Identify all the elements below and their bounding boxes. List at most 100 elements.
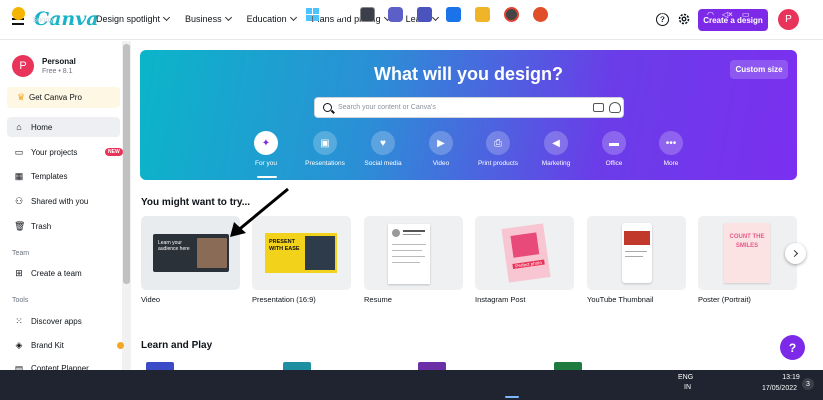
template-card-poster[interactable]: COUNT THE SMILES [698, 216, 797, 290]
wifi-icon[interactable]: ◠ [707, 10, 714, 19]
printer-icon: ⎙ [486, 131, 510, 155]
windows-start-icon[interactable] [305, 7, 320, 22]
card-label-instagram[interactable]: Instagram Post [475, 295, 525, 304]
sidebar-item-shared[interactable]: ⚇ Shared with you [7, 191, 120, 211]
heart-icon: ♥ [371, 131, 395, 155]
card-label-video[interactable]: Video [141, 295, 160, 304]
file-explorer-icon[interactable] [475, 7, 490, 22]
sidebar-scrollbar-thumb[interactable] [123, 44, 130, 284]
learn-thumbnail[interactable] [554, 362, 582, 370]
nav-design-spotlight[interactable]: Design spotlight [96, 13, 171, 24]
sidebar-item-label: Templates [31, 171, 68, 181]
search-box[interactable]: Search your content or Canva's [314, 97, 624, 118]
category-label: More [663, 160, 679, 167]
upload-icon[interactable] [609, 102, 621, 113]
carousel-next-button[interactable] [785, 243, 806, 264]
sidebar-item-create-team[interactable]: ⊞ Create a team [7, 263, 120, 283]
search-icon [323, 103, 332, 112]
weather-condition[interactable]: Sunny [32, 15, 53, 24]
clock-date[interactable]: 17/05/2022 [758, 385, 801, 392]
sidebar-item-discover-apps[interactable]: ⁙ Discover apps [7, 311, 120, 331]
sun-icon[interactable] [12, 7, 25, 20]
learn-thumbnail[interactable] [146, 362, 174, 370]
get-canva-pro-button[interactable]: ♛ Get Canva Pro [7, 87, 120, 108]
network-icon[interactable]: ⌂ [660, 10, 665, 19]
hero-title: What will you design? [374, 64, 563, 84]
video-icon: ▶ [429, 131, 453, 155]
language-bottom[interactable]: IN [684, 384, 691, 391]
template-card-instagram[interactable]: Perfect photo [475, 216, 574, 290]
avatar[interactable]: P [778, 9, 799, 30]
sidebar-item-templates[interactable]: ▦ Templates [7, 166, 120, 186]
windows-taskbar [0, 370, 823, 400]
category-label: For you [254, 160, 278, 167]
more-dots-icon: ••• [659, 131, 683, 155]
app-icon[interactable] [533, 7, 548, 22]
category-office[interactable]: ▬ Office [584, 131, 644, 167]
instagram-thumbnail: Perfect photo [501, 223, 551, 283]
category-label: Office [605, 160, 623, 167]
sidebar-item-label: Discover apps [31, 316, 82, 326]
task-view-icon[interactable] [360, 7, 375, 22]
nav-link-label: Design spotlight [96, 14, 161, 24]
language-top[interactable]: ENG [678, 374, 693, 381]
chat-icon[interactable] [388, 7, 403, 22]
custom-size-button[interactable]: Custom size [730, 60, 788, 79]
nav-education[interactable]: Education [247, 13, 297, 24]
chevron-down-icon [289, 13, 297, 22]
category-for-you[interactable]: ✦ For you [236, 131, 296, 167]
tray-overflow-icon[interactable]: ^ [645, 8, 649, 17]
notification-badge[interactable]: 3 [802, 378, 814, 390]
chrome-icon[interactable] [504, 7, 519, 22]
camera-search-icon[interactable] [593, 103, 604, 112]
active-app-indicator [505, 396, 519, 398]
trash-icon: 🗑 [14, 221, 26, 231]
presentation-card-text: PRESENT WITH EASE [269, 239, 300, 252]
sidebar-item-content-planner[interactable]: ▤ Content Planner [7, 359, 120, 370]
youtube-line [625, 256, 643, 257]
card-label-presentation[interactable]: Presentation (16:9) [252, 295, 316, 304]
category-more[interactable]: ••• More [641, 131, 701, 167]
sidebar-item-projects[interactable]: ▭ Your projects NEW [7, 142, 123, 162]
sidebar-item-trash[interactable]: 🗑 Trash [7, 216, 120, 236]
card-label-resume[interactable]: Resume [364, 295, 392, 304]
nav-plans-pricing[interactable]: Plans and pricing [312, 13, 391, 24]
template-card-resume[interactable] [364, 216, 463, 290]
nav-business[interactable]: Business [185, 13, 232, 24]
battery-icon[interactable]: ▭ [742, 10, 750, 19]
sidebar-item-label: Shared with you [31, 196, 89, 206]
sidebar-item-label: Your projects [31, 147, 78, 157]
resume-line [392, 262, 420, 263]
weather-temp[interactable]: 41°C [32, 5, 49, 14]
taskbar-search-icon[interactable] [333, 7, 348, 22]
sidebar-item-brand-kit[interactable]: ◈ Brand Kit [7, 335, 124, 355]
card-label-poster[interactable]: Poster (Portrait) [698, 295, 751, 304]
youtube-line [625, 251, 647, 252]
gear-icon[interactable] [677, 12, 691, 26]
resume-photo [392, 229, 400, 237]
learn-thumbnail[interactable] [418, 362, 446, 370]
sidebar-item-label: Brand Kit [31, 340, 64, 350]
category-social-media[interactable]: ♥ Social media [353, 131, 413, 167]
home-icon: ⌂ [16, 122, 22, 132]
volume-icon[interactable]: ◁× [722, 10, 733, 19]
help-fab-button[interactable]: ? [780, 335, 805, 360]
sidebar-item-home[interactable]: ⌂ Home [7, 117, 120, 137]
presentation-icon: ▣ [313, 131, 337, 155]
category-video[interactable]: ▶ Video [411, 131, 471, 167]
pro-label: Get Canva Pro [29, 93, 82, 102]
template-card-youtube[interactable] [587, 216, 686, 290]
search-input[interactable]: Search your content or Canva's [338, 104, 436, 111]
category-print-products[interactable]: ⎙ Print products [468, 131, 528, 167]
teams-icon[interactable] [417, 7, 432, 22]
video-thumbnail: Learn your audience here [153, 234, 229, 272]
mail-icon[interactable] [446, 7, 461, 22]
learn-thumbnail[interactable] [283, 362, 311, 370]
category-marketing[interactable]: ◀ Marketing [526, 131, 586, 167]
profile-avatar: P [12, 55, 34, 77]
card-label-youtube[interactable]: YouTube Thumbnail [587, 295, 653, 304]
profile-switcher[interactable]: P Personal Free • 8.1 [12, 55, 76, 77]
category-presentations[interactable]: ▣ Presentations [295, 131, 355, 167]
instagram-card-text: Perfect photo [512, 259, 545, 269]
sidebar-item-label: Content Planner [31, 364, 89, 370]
